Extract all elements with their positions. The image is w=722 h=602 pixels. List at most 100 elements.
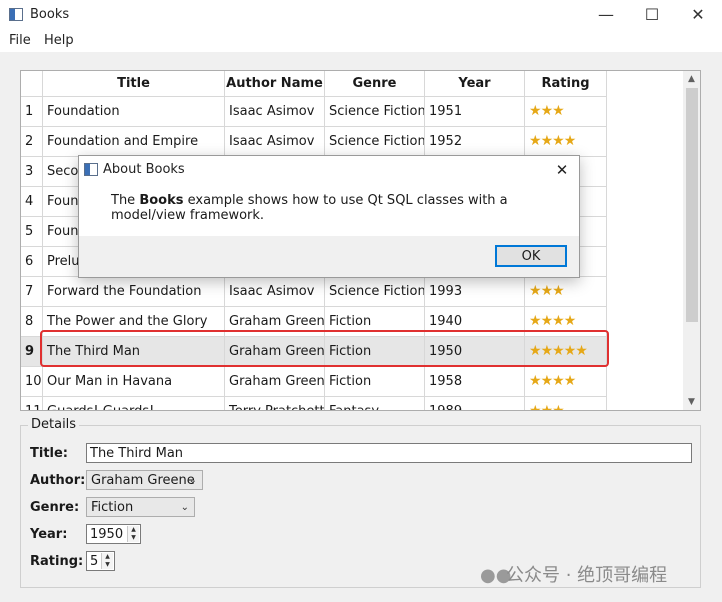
cell-author[interactable]: Terry Pratchett xyxy=(225,397,325,410)
spin-arrows-icon[interactable]: ▲ ▼ xyxy=(127,526,139,542)
star-icon: ★ xyxy=(563,313,577,329)
year-label: Year: xyxy=(30,527,68,542)
author-combo-value: Graham Greene xyxy=(91,473,195,488)
star-icon: ★ xyxy=(540,103,554,119)
rating-spinbox-value: 5 xyxy=(90,554,99,569)
wechat-icon: ●● xyxy=(480,565,512,586)
author-combo[interactable]: Graham Greene ⌄ xyxy=(86,470,203,490)
year-spinbox-value: 1950 xyxy=(90,527,124,542)
row-number[interactable]: 4 xyxy=(21,187,43,217)
star-icon: ★ xyxy=(540,133,554,149)
menu-help[interactable]: Help xyxy=(44,33,74,48)
cell-rating[interactable]: ★★★ xyxy=(525,97,607,127)
star-icon: ★ xyxy=(540,373,554,389)
dialog-message: The Books example shows how to use Qt SQ… xyxy=(111,193,561,223)
row-number[interactable]: 11 xyxy=(21,397,43,410)
cell-year[interactable]: 1989 xyxy=(425,397,525,410)
menu-file[interactable]: File xyxy=(9,33,31,48)
rating-spinbox[interactable]: 5 ▲ ▼ xyxy=(86,551,115,571)
star-icon: ★ xyxy=(540,313,554,329)
dialog-message-prefix: The xyxy=(111,193,140,208)
cell-title[interactable]: Foundation and Empire xyxy=(43,127,225,157)
row-number[interactable]: 2 xyxy=(21,127,43,157)
title-label: Title: xyxy=(30,446,69,461)
dialog-title: About Books xyxy=(103,162,185,177)
cell-genre[interactable]: Science Fiction xyxy=(325,97,425,127)
cell-title[interactable]: Guards! Guards! xyxy=(43,397,225,410)
column-header-genre[interactable]: Genre xyxy=(325,71,425,97)
scroll-up-icon[interactable]: ▲ xyxy=(683,71,700,87)
star-icon: ★ xyxy=(529,403,542,411)
cell-year[interactable]: 1952 xyxy=(425,127,525,157)
maximize-button[interactable]: ☐ xyxy=(629,0,675,30)
table-header: Title Author Name Genre Year Rating xyxy=(21,71,621,97)
cell-author[interactable]: Isaac Asimov xyxy=(225,97,325,127)
star-icon: ★ xyxy=(540,403,554,411)
cell-year[interactable]: 1951 xyxy=(425,97,525,127)
cell-rating[interactable]: ★★★★ xyxy=(525,127,607,157)
star-icon: ★ xyxy=(552,313,565,329)
star-icon: ★ xyxy=(552,103,565,119)
star-icon: ★ xyxy=(552,373,565,389)
scrollbar-thumb[interactable] xyxy=(686,88,698,322)
star-icon: ★ xyxy=(552,283,565,299)
cell-genre[interactable]: Science Fiction xyxy=(325,277,425,307)
star-icon: ★ xyxy=(529,313,542,329)
cell-author[interactable]: Isaac Asimov xyxy=(225,127,325,157)
cell-rating[interactable]: ★★★ xyxy=(525,277,607,307)
close-button[interactable]: ✕ xyxy=(675,0,721,30)
row-number[interactable]: 7 xyxy=(21,277,43,307)
cell-author[interactable]: Graham Greene xyxy=(225,367,325,397)
cell-title[interactable]: Forward the Foundation xyxy=(43,277,225,307)
column-header-year[interactable]: Year xyxy=(425,71,525,97)
row-number[interactable]: 5 xyxy=(21,217,43,247)
menu-bar xyxy=(0,30,722,52)
cell-rating[interactable]: ★★★ xyxy=(525,397,607,411)
star-icon: ★ xyxy=(563,133,577,149)
cell-genre[interactable]: Fiction xyxy=(325,367,425,397)
genre-combo[interactable]: Fiction ⌄ xyxy=(86,497,195,517)
chevron-down-icon: ⌄ xyxy=(188,475,197,486)
column-header-title[interactable]: Title xyxy=(43,71,225,97)
cell-author[interactable]: Isaac Asimov xyxy=(225,277,325,307)
scroll-down-icon[interactable]: ▼ xyxy=(683,394,700,410)
star-icon: ★ xyxy=(529,373,542,389)
genre-combo-value: Fiction xyxy=(91,500,134,515)
watermark-text: 公众号 · 绝顶哥编程 xyxy=(506,565,668,586)
row-number[interactable]: 1 xyxy=(21,97,43,127)
row-number[interactable]: 6 xyxy=(21,247,43,277)
genre-label: Genre: xyxy=(30,500,80,515)
cell-year[interactable]: 1993 xyxy=(425,277,525,307)
star-icon: ★ xyxy=(563,373,577,389)
app-icon xyxy=(9,8,23,21)
corner-cell[interactable] xyxy=(21,71,43,97)
window-title: Books xyxy=(30,7,70,22)
star-icon: ★ xyxy=(529,103,542,119)
cell-title[interactable]: Our Man in Havana xyxy=(43,367,225,397)
title-field[interactable]: The Third Man xyxy=(86,443,692,463)
column-header-author[interactable]: Author Name xyxy=(225,71,325,97)
cell-genre[interactable]: Science Fiction xyxy=(325,127,425,157)
cell-title[interactable]: Foundation xyxy=(43,97,225,127)
star-icon: ★ xyxy=(552,133,565,149)
minimize-button[interactable]: — xyxy=(583,0,629,30)
row-number[interactable]: 10 xyxy=(21,367,43,397)
dialog-close-icon[interactable]: ✕ xyxy=(545,156,579,184)
details-group-label: Details xyxy=(28,417,80,432)
dialog-message-bold: Books xyxy=(139,193,184,208)
author-label: Author: xyxy=(30,473,86,488)
cell-year[interactable]: 1958 xyxy=(425,367,525,397)
ok-button[interactable]: OK xyxy=(495,245,567,267)
column-header-rating[interactable]: Rating xyxy=(525,71,607,97)
cell-genre[interactable]: Fantasy xyxy=(325,397,425,410)
chevron-down-icon: ⌄ xyxy=(180,502,189,513)
spin-arrows-icon[interactable]: ▲ ▼ xyxy=(101,553,113,569)
selection-highlight-box xyxy=(40,330,609,367)
star-icon: ★ xyxy=(529,133,542,149)
row-number[interactable]: 3 xyxy=(21,157,43,187)
star-icon: ★ xyxy=(540,283,554,299)
cell-rating[interactable]: ★★★★ xyxy=(525,367,607,397)
watermark: ●●公众号 · 绝顶哥编程 xyxy=(480,561,667,587)
year-spinbox[interactable]: 1950 ▲ ▼ xyxy=(86,524,141,544)
dialog-app-icon xyxy=(84,163,98,176)
